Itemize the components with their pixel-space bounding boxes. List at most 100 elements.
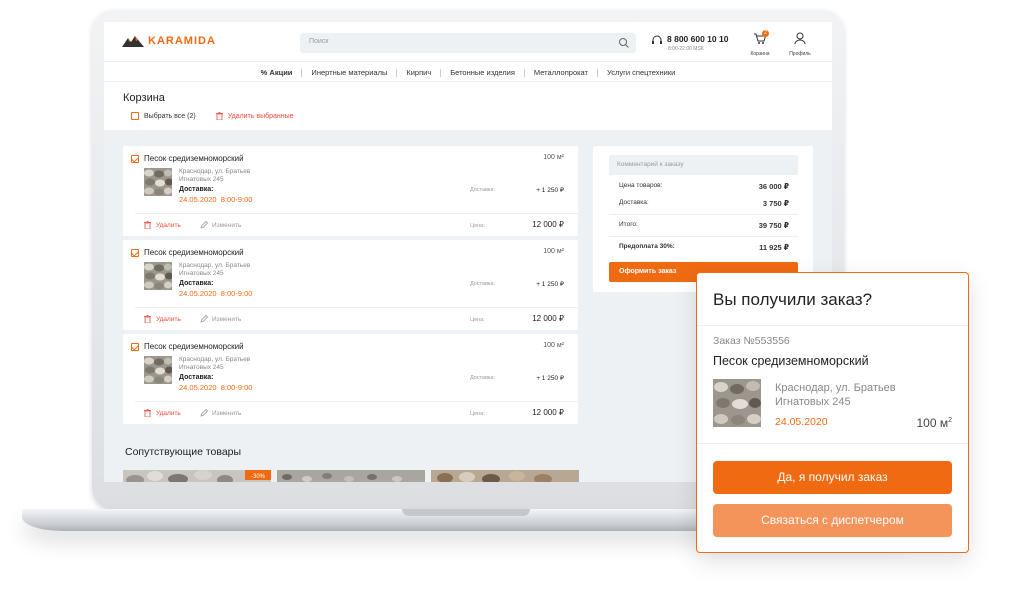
prepay-label: Предоплата 30%:	[619, 243, 675, 250]
pebbles-image	[144, 262, 172, 290]
related-product-image[interactable]: -30%	[123, 470, 271, 482]
delivery-time-value: 8:00-9:00	[220, 383, 253, 392]
comment-input[interactable]: Комментарий к заказу	[609, 155, 798, 175]
item-name[interactable]: Песок средиземноморский	[144, 342, 244, 351]
address-line: Краснодар, ул. Братьев	[775, 382, 896, 394]
item-delivery-price: + 1 250 ₽	[536, 281, 564, 288]
item-delete-label: Удалить	[156, 315, 181, 323]
item-checkbox[interactable]	[131, 343, 139, 351]
address-line: Игнатовых 245	[179, 270, 224, 277]
order-number: Заказ №553556	[713, 335, 790, 347]
item-delete-button[interactable]: Удалить	[144, 409, 181, 417]
delete-selected-button[interactable]: Удалить выбранные	[215, 112, 294, 120]
item-thumbnail	[144, 262, 172, 290]
total-row: Итого: 39 750 ₽	[619, 221, 789, 230]
stage: KARAMIDA Поиск 8 800 600 10 10 8:00-22:0…	[0, 0, 1024, 610]
item-checkbox[interactable]	[131, 155, 139, 163]
item-divider	[135, 401, 578, 402]
prepay-row: Предоплата 30%: 11 925 ₽	[619, 243, 789, 252]
quantity-unit-power: 2	[948, 417, 952, 424]
search-input[interactable]: Поиск	[300, 33, 636, 53]
item-thumbnail	[144, 168, 172, 196]
delivery-date-value: 24.05.2020	[179, 289, 217, 298]
item-price: 12 000 ₽	[532, 314, 564, 323]
cart-count-badge: 2	[762, 30, 769, 37]
item-delete-button[interactable]: Удалить	[144, 315, 181, 323]
delivery-date: 24.05.2020	[775, 416, 828, 428]
search-icon[interactable]	[618, 37, 630, 49]
prepay-value: 11 925 ₽	[759, 243, 789, 252]
address-line: Игнатовых 245	[179, 364, 224, 371]
nav-item-promos[interactable]: % Акции	[252, 62, 302, 81]
quantity-value: 100 м	[916, 416, 949, 430]
pencil-icon	[200, 221, 208, 229]
nav-item-inert-materials[interactable]: Инертные материалы	[302, 62, 396, 81]
delivery-date-value: 24.05.2020	[179, 195, 217, 204]
item-edit-button[interactable]: Изменить	[200, 409, 241, 417]
delivery-row: Доставка: 3 750 ₽	[619, 199, 789, 208]
nav-item-concrete[interactable]: Бетонные изделия	[441, 62, 524, 81]
item-name[interactable]: Песок средиземноморский	[144, 154, 244, 163]
dialog-divider	[697, 443, 968, 444]
profile-button[interactable]: Профиль	[788, 32, 812, 57]
item-delivery-caption: Доставка:	[470, 187, 496, 193]
product-name: Песок средиземноморский	[713, 354, 869, 368]
item-delivery-date: 24.05.2020 8:00-9:00	[179, 383, 252, 392]
item-quantity: 100 м²	[543, 248, 564, 255]
item-checkbox[interactable]	[131, 249, 139, 257]
select-all-checkbox[interactable]	[131, 112, 139, 120]
item-quantity: 100 м²	[543, 154, 564, 161]
item-delete-label: Удалить	[156, 409, 181, 417]
phone-number[interactable]: 8 800 600 10 10	[667, 34, 728, 44]
item-price: 12 000 ₽	[532, 408, 564, 417]
item-delete-label: Удалить	[156, 221, 181, 229]
pebbles-image	[144, 168, 172, 196]
main-nav: % Акции Инертные материалы Кирпич Бетонн…	[104, 62, 832, 82]
item-divider	[135, 307, 578, 308]
delivery-time-value: 8:00-9:00	[220, 289, 253, 298]
item-thumbnail	[144, 356, 172, 384]
confirm-received-button[interactable]: Да, я получил заказ	[713, 461, 952, 494]
item-delivery-price: + 1 250 ₽	[536, 375, 564, 382]
item-delete-button[interactable]: Удалить	[144, 221, 181, 229]
cart-button[interactable]: 2 Корзина	[748, 30, 772, 57]
item-edit-button[interactable]: Изменить	[200, 315, 241, 323]
pencil-icon	[200, 315, 208, 323]
total-label: Итого:	[619, 221, 638, 228]
related-title: Сопутствующие товары	[125, 446, 242, 458]
item-address: Краснодар, ул. Братьев Игнатовых 245	[179, 168, 299, 184]
headset-icon	[652, 35, 662, 44]
order-received-dialog: Вы получили заказ? Заказ №553556 Песок с…	[696, 272, 969, 553]
nav-item-metal[interactable]: Металлопрокат	[525, 62, 597, 81]
item-address: Краснодар, ул. Братьев Игнатовых 245	[179, 262, 299, 278]
item-delivery-date: 24.05.2020 8:00-9:00	[179, 195, 252, 204]
goods-label: Цена товаров:	[619, 182, 663, 189]
search-placeholder: Поиск	[309, 38, 329, 45]
item-price-caption: Цена:	[470, 411, 485, 417]
phone-hours: 8:00-22:00 MSK	[668, 46, 705, 52]
order-summary: Комментарий к заказу Цена товаров: 36 00…	[593, 146, 813, 292]
item-delivery-label: Доставка:	[179, 280, 214, 287]
select-all-label[interactable]: Выбрать все (2)	[144, 113, 196, 120]
summary-divider	[609, 236, 798, 237]
related-product-image[interactable]	[431, 470, 579, 482]
discount-badge: -30%	[245, 470, 271, 480]
cart-item: Песок средиземноморский 100 м² Краснодар, …	[123, 146, 578, 236]
logo[interactable]: KARAMIDA	[122, 35, 216, 47]
product-thumbnail	[713, 379, 761, 427]
page-title: Корзина	[123, 92, 165, 104]
item-delivery-label: Доставка:	[179, 186, 214, 193]
nav-item-machinery[interactable]: Услуги спецтехники	[598, 62, 684, 81]
item-edit-button[interactable]: Изменить	[200, 221, 241, 229]
nav-item-brick[interactable]: Кирпич	[397, 62, 440, 81]
item-name[interactable]: Песок средиземноморский	[144, 248, 244, 257]
item-delivery-label: Доставка:	[179, 374, 214, 381]
cart-item: Песок средиземноморский 100 м² Краснодар, …	[123, 240, 578, 330]
gravel-image	[277, 470, 425, 482]
item-edit-label: Изменить	[212, 409, 242, 417]
related-product-image[interactable]	[277, 470, 425, 482]
laptop-notch	[402, 509, 530, 516]
pebbles-image	[713, 379, 761, 427]
goods-row: Цена товаров: 36 000 ₽	[619, 182, 789, 191]
contact-dispatcher-button[interactable]: Связаться с диспетчером	[713, 504, 952, 537]
